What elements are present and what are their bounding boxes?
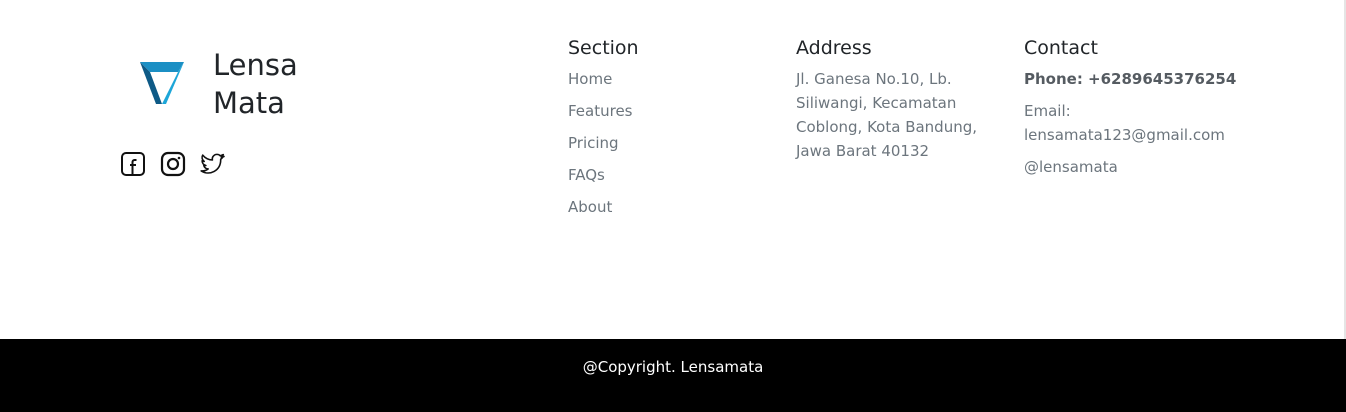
- contact-phone: Phone: +6289645376254: [1024, 70, 1237, 88]
- facebook-icon: [121, 152, 145, 176]
- lensa-mata-logo-icon: [140, 62, 184, 104]
- section-column: Section Home Features Pricing FAQs About: [568, 36, 778, 227]
- instagram-icon: [160, 151, 186, 177]
- section-title: Section: [568, 37, 639, 59]
- brand-name-line1: Lensa: [213, 48, 298, 82]
- contact-column: Contact Phone: +6289645376254 Email: len…: [1024, 36, 1264, 187]
- facebook-link[interactable]: [120, 151, 146, 177]
- nav-link-faqs[interactable]: FAQs: [568, 163, 778, 187]
- nav-link-pricing[interactable]: Pricing: [568, 131, 778, 155]
- address-text: Jl. Ganesa No.10, Lb. Siliwangi, Kecamat…: [796, 70, 978, 160]
- twitter-link[interactable]: [200, 151, 226, 177]
- contact-email-link[interactable]: lensamata123@gmail.com: [1024, 123, 1264, 147]
- brand-name: Lensa Mata: [213, 46, 298, 122]
- contact-handle: @lensamata: [1024, 158, 1118, 176]
- address-title: Address: [796, 37, 872, 59]
- address-column: Address Jl. Ganesa No.10, Lb. Siliwangi,…: [796, 36, 1006, 163]
- nav-link-about[interactable]: About: [568, 195, 778, 219]
- contact-title: Contact: [1024, 37, 1098, 59]
- contact-email-block: Email: lensamata123@gmail.com: [1024, 99, 1264, 147]
- copyright-text: @Copyright. Lensamata: [582, 358, 764, 376]
- instagram-link[interactable]: [160, 151, 186, 177]
- social-links: [120, 151, 240, 177]
- brand-name-line2: Mata: [213, 86, 285, 120]
- contact-email-label: Email:: [1024, 102, 1071, 120]
- brand[interactable]: Lensa Mata: [138, 46, 298, 122]
- twitter-icon: [200, 153, 225, 174]
- nav-link-features[interactable]: Features: [568, 99, 778, 123]
- site-footer: Lensa Mata Section Home Features Pricing…: [0, 0, 1346, 339]
- nav-link-home[interactable]: Home: [568, 67, 778, 91]
- copyright-bar: @Copyright. Lensamata: [0, 339, 1346, 412]
